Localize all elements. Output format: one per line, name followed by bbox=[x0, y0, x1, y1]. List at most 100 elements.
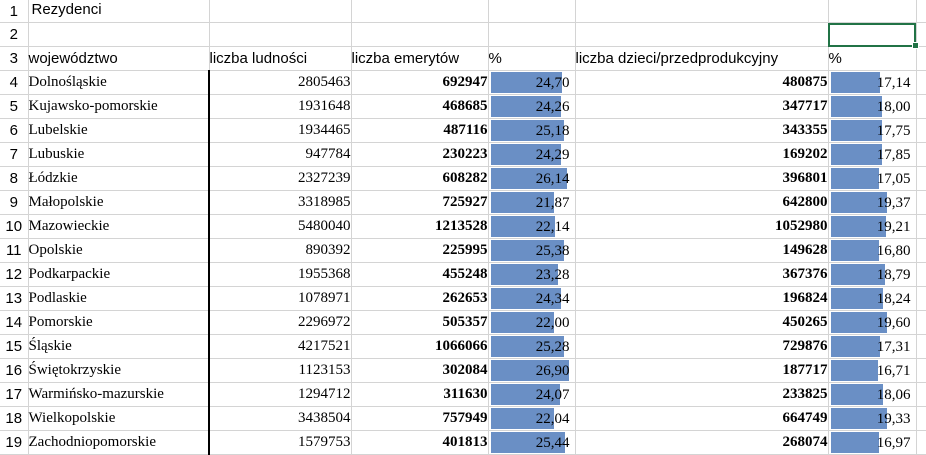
retirees-cell[interactable]: 692947 bbox=[351, 70, 489, 95]
retirees-cell[interactable]: 302084 bbox=[351, 358, 489, 383]
region-cell[interactable]: Warmińsko-mazurskie bbox=[28, 382, 210, 407]
retirees-pct-cell[interactable]: 24,70 bbox=[488, 70, 576, 95]
region-cell[interactable]: Opolskie bbox=[28, 238, 210, 263]
cell[interactable] bbox=[916, 214, 926, 239]
header-population[interactable]: liczba ludności bbox=[209, 46, 352, 71]
population-cell[interactable]: 1078971 bbox=[208, 286, 352, 311]
children-cell[interactable]: 149628 bbox=[575, 238, 829, 263]
cell[interactable] bbox=[916, 70, 926, 95]
retirees-cell[interactable]: 262653 bbox=[351, 286, 489, 311]
children-pct-cell[interactable]: 17,75 bbox=[828, 118, 917, 143]
row-number[interactable]: 1 bbox=[0, 0, 29, 23]
children-pct-cell[interactable]: 19,21 bbox=[828, 214, 917, 239]
retirees-cell[interactable]: 505357 bbox=[351, 310, 489, 335]
cell[interactable] bbox=[351, 0, 489, 23]
row-number[interactable]: 14 bbox=[0, 310, 29, 335]
cell[interactable] bbox=[916, 358, 926, 383]
row-number[interactable]: 13 bbox=[0, 286, 29, 311]
population-cell[interactable]: 4217521 bbox=[208, 334, 352, 359]
cell[interactable] bbox=[916, 430, 926, 455]
children-pct-cell[interactable]: 19,37 bbox=[828, 190, 917, 215]
children-cell[interactable]: 169202 bbox=[575, 142, 829, 167]
cell[interactable] bbox=[916, 286, 926, 311]
population-cell[interactable]: 2327239 bbox=[208, 166, 352, 191]
cell[interactable] bbox=[916, 262, 926, 287]
children-cell[interactable]: 729876 bbox=[575, 334, 829, 359]
region-cell[interactable]: Lubuskie bbox=[28, 142, 210, 167]
cell[interactable] bbox=[916, 406, 926, 431]
row-number[interactable]: 10 bbox=[0, 214, 29, 239]
retirees-pct-cell[interactable]: 25,44 bbox=[488, 430, 576, 455]
row-number[interactable]: 7 bbox=[0, 142, 29, 167]
row-number[interactable]: 17 bbox=[0, 382, 29, 407]
row-number[interactable]: 19 bbox=[0, 430, 29, 455]
row-number[interactable]: 18 bbox=[0, 406, 29, 431]
cell[interactable] bbox=[916, 118, 926, 143]
children-cell[interactable]: 196824 bbox=[575, 286, 829, 311]
children-pct-cell[interactable]: 17,05 bbox=[828, 166, 917, 191]
children-pct-cell[interactable]: 17,14 bbox=[828, 70, 917, 95]
retirees-pct-cell[interactable]: 23,28 bbox=[488, 262, 576, 287]
cell[interactable] bbox=[916, 238, 926, 263]
children-cell[interactable]: 268074 bbox=[575, 430, 829, 455]
region-cell[interactable]: Podlaskie bbox=[28, 286, 210, 311]
children-cell[interactable]: 347717 bbox=[575, 94, 829, 119]
population-cell[interactable]: 2296972 bbox=[208, 310, 352, 335]
cell[interactable] bbox=[488, 0, 576, 23]
row-number[interactable]: 9 bbox=[0, 190, 29, 215]
retirees-cell[interactable]: 1066066 bbox=[351, 334, 489, 359]
children-pct-cell[interactable]: 17,85 bbox=[828, 142, 917, 167]
sheet-title-cell[interactable]: Rezydenci bbox=[28, 0, 210, 23]
retirees-pct-cell[interactable]: 25,28 bbox=[488, 334, 576, 359]
children-pct-cell[interactable]: 17,31 bbox=[828, 334, 917, 359]
children-pct-cell[interactable]: 18,79 bbox=[828, 262, 917, 287]
retirees-pct-cell[interactable]: 26,90 bbox=[488, 358, 576, 383]
row-number[interactable]: 5 bbox=[0, 94, 29, 119]
retirees-pct-cell[interactable]: 25,18 bbox=[488, 118, 576, 143]
header-children-pct[interactable]: % bbox=[828, 46, 917, 71]
population-cell[interactable]: 1931648 bbox=[208, 94, 352, 119]
cell[interactable] bbox=[916, 46, 926, 71]
children-cell[interactable]: 367376 bbox=[575, 262, 829, 287]
retirees-cell[interactable]: 487116 bbox=[351, 118, 489, 143]
children-pct-cell[interactable]: 18,00 bbox=[828, 94, 917, 119]
retirees-pct-cell[interactable]: 24,29 bbox=[488, 142, 576, 167]
row-number[interactable]: 8 bbox=[0, 166, 29, 191]
population-cell[interactable]: 1955368 bbox=[208, 262, 352, 287]
children-cell[interactable]: 343355 bbox=[575, 118, 829, 143]
cell[interactable] bbox=[28, 22, 210, 47]
cell[interactable] bbox=[916, 166, 926, 191]
row-number-active[interactable]: 2 bbox=[0, 22, 29, 47]
retirees-pct-cell[interactable]: 22,14 bbox=[488, 214, 576, 239]
cell[interactable] bbox=[916, 94, 926, 119]
children-cell[interactable]: 396801 bbox=[575, 166, 829, 191]
cell[interactable] bbox=[575, 22, 829, 47]
region-cell[interactable]: Pomorskie bbox=[28, 310, 210, 335]
children-pct-cell[interactable]: 19,33 bbox=[828, 406, 917, 431]
selected-cell[interactable] bbox=[828, 22, 919, 49]
cell[interactable] bbox=[916, 382, 926, 407]
population-cell[interactable]: 890392 bbox=[208, 238, 352, 263]
retirees-pct-cell[interactable]: 21,87 bbox=[488, 190, 576, 215]
retirees-pct-cell[interactable]: 25,38 bbox=[488, 238, 576, 263]
region-cell[interactable]: Wielkopolskie bbox=[28, 406, 210, 431]
row-number[interactable]: 3 bbox=[0, 46, 29, 71]
retirees-pct-cell[interactable]: 24,26 bbox=[488, 94, 576, 119]
retirees-cell[interactable]: 468685 bbox=[351, 94, 489, 119]
retirees-cell[interactable]: 608282 bbox=[351, 166, 489, 191]
retirees-cell[interactable]: 757949 bbox=[351, 406, 489, 431]
population-cell[interactable]: 3438504 bbox=[208, 406, 352, 431]
region-cell[interactable]: Zachodniopomorskie bbox=[28, 430, 210, 455]
population-cell[interactable]: 3318985 bbox=[208, 190, 352, 215]
retirees-pct-cell[interactable]: 24,34 bbox=[488, 286, 576, 311]
children-cell[interactable]: 1052980 bbox=[575, 214, 829, 239]
retirees-cell[interactable]: 1213528 bbox=[351, 214, 489, 239]
retirees-cell[interactable]: 401813 bbox=[351, 430, 489, 455]
children-pct-cell[interactable]: 18,06 bbox=[828, 382, 917, 407]
population-cell[interactable]: 1123153 bbox=[208, 358, 352, 383]
region-cell[interactable]: Łódzkie bbox=[28, 166, 210, 191]
retirees-pct-cell[interactable]: 22,04 bbox=[488, 406, 576, 431]
children-pct-cell[interactable]: 19,60 bbox=[828, 310, 917, 335]
cell[interactable] bbox=[916, 190, 926, 215]
children-cell[interactable]: 187717 bbox=[575, 358, 829, 383]
